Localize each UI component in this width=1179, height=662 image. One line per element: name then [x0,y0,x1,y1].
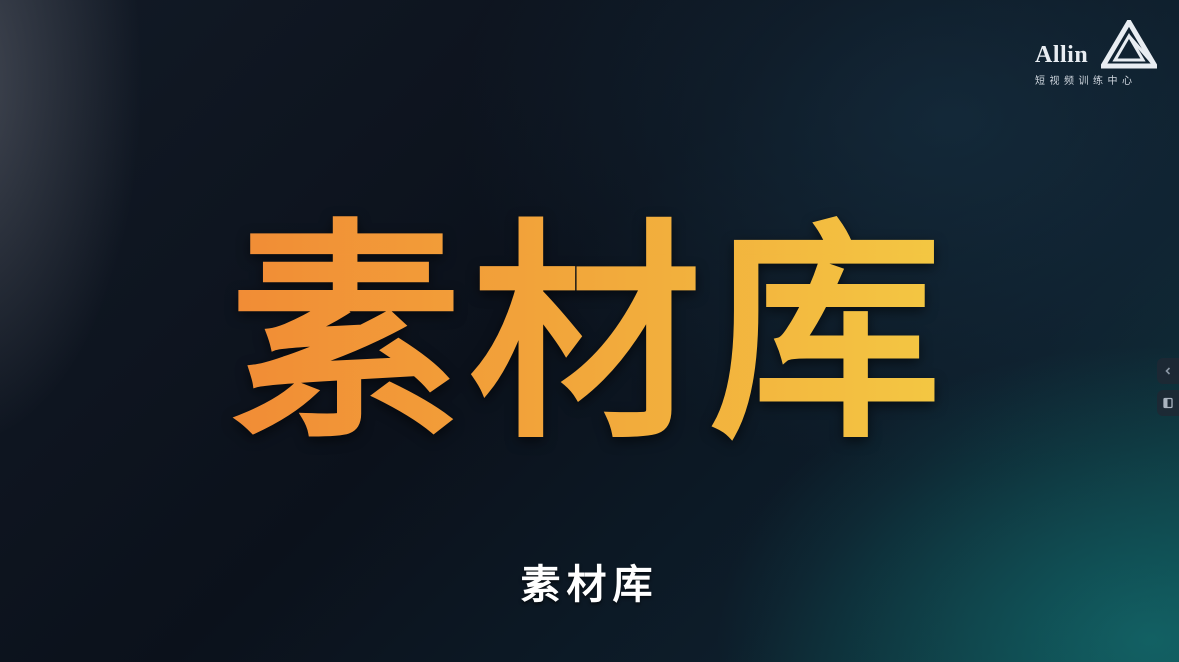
chevron-left-icon [1165,367,1171,375]
brand-logo: Allin 短视频训练中心 [1017,20,1159,87]
document-icon [1163,397,1173,409]
logo-tagline: 短视频训练中心 [1035,76,1137,87]
document-tool-button[interactable] [1157,390,1179,416]
caption-subtitle: 素材库 [520,562,659,608]
slide-title: 素材库 [0,185,1179,485]
slide: Allin 短视频训练中心 素材库 素材库 [0,0,1179,662]
logo-wordmark: Allin [1035,42,1089,68]
triangle-logo-icon [1101,20,1157,69]
collapse-panel-button[interactable] [1157,358,1179,384]
